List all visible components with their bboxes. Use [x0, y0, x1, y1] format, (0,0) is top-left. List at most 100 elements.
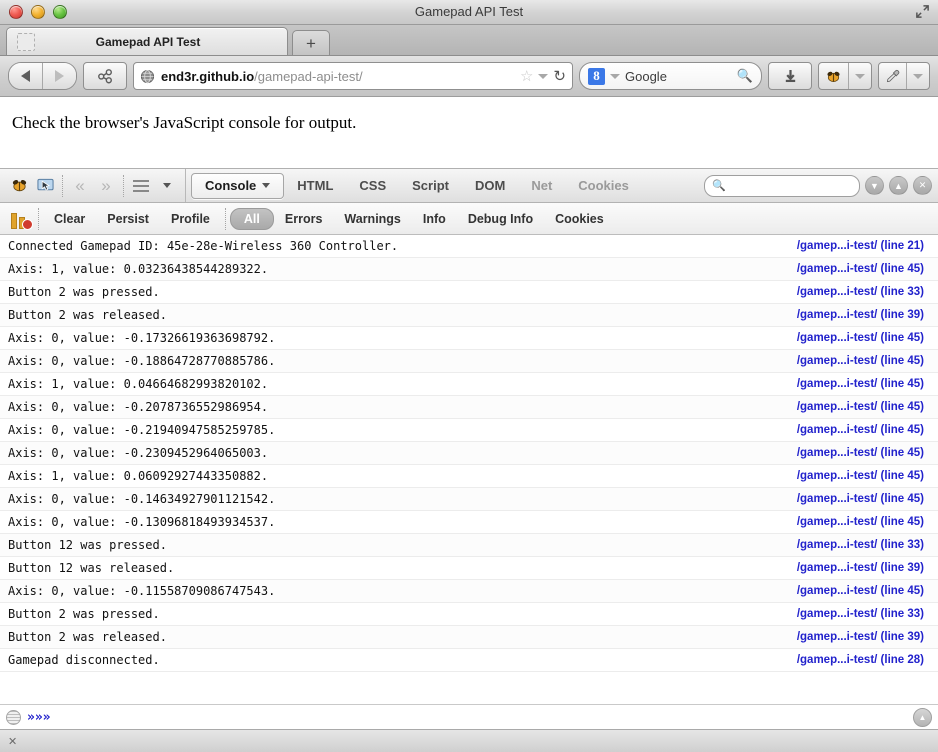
console-log-source-link[interactable]: /gamep...i-test/ (line 45): [797, 424, 932, 436]
console-log-row[interactable]: Axis: 0, value: -0.17326619363698792. /ga…: [0, 327, 938, 350]
console-log-message: Axis: 1, value: 0.03236438544289322.: [8, 262, 269, 276]
reload-icon[interactable]: ↻: [553, 69, 566, 84]
console-log-row[interactable]: Button 2 was released. /gamep...i-test/ (…: [0, 626, 938, 649]
console-log-row[interactable]: Button 12 was released. /gamep...i-test/ …: [0, 557, 938, 580]
console-log-source-link[interactable]: /gamep...i-test/ (line 45): [797, 470, 932, 482]
fullscreen-icon[interactable]: [915, 4, 930, 19]
console-log-row[interactable]: Axis: 1, value: 0.06092927443350882. /gam…: [0, 465, 938, 488]
console-log-source-link[interactable]: /gamep...i-test/ (line 45): [797, 493, 932, 505]
panel-list-dropdown-button[interactable]: [154, 173, 180, 199]
status-close-icon[interactable]: ✕: [8, 735, 17, 748]
tab-cookies[interactable]: Cookies: [565, 174, 642, 198]
tab-gamepad-api-test[interactable]: Gamepad API Test: [6, 27, 288, 55]
star-icon[interactable]: ☆: [520, 69, 533, 84]
firebug-minimize-button[interactable]: ▼: [865, 176, 884, 195]
firebug-close-button[interactable]: ✕: [913, 176, 932, 195]
console-log-row[interactable]: Axis: 1, value: 0.03236438544289322. /gam…: [0, 258, 938, 281]
tab-css[interactable]: CSS: [346, 174, 399, 198]
console-log-source-link[interactable]: /gamep...i-test/ (line 33): [797, 608, 932, 620]
close-window-button[interactable]: [9, 5, 23, 19]
console-log-source-link[interactable]: /gamep...i-test/ (line 45): [797, 447, 932, 459]
filter-cookies-button[interactable]: Cookies: [544, 209, 615, 229]
console-log-source-link[interactable]: /gamep...i-test/ (line 39): [797, 631, 932, 643]
console-log-row[interactable]: Axis: 0, value: -0.2078736552986954. /gam…: [0, 396, 938, 419]
console-log-source-link[interactable]: /gamep...i-test/ (line 45): [797, 355, 932, 367]
search-bar[interactable]: 8 Google 🔍: [579, 62, 762, 90]
firebug-search-box[interactable]: 🔍: [704, 174, 860, 197]
firebug-menu-button[interactable]: [848, 63, 871, 89]
console-log-source-link[interactable]: /gamep...i-test/ (line 28): [797, 654, 932, 666]
console-log-row[interactable]: Axis: 0, value: -0.18864728770885786. /ga…: [0, 350, 938, 373]
console-log-source-link[interactable]: /gamep...i-test/ (line 45): [797, 401, 932, 413]
console-log-source-link[interactable]: /gamep...i-test/ (line 21): [797, 240, 932, 252]
share-button[interactable]: [83, 62, 127, 90]
break-on-error-icon: [11, 209, 33, 230]
tab-script[interactable]: Script: [399, 174, 462, 198]
expand-up-icon[interactable]: ▲: [913, 707, 932, 727]
persist-button[interactable]: Persist: [96, 209, 160, 229]
console-log-source-link[interactable]: /gamep...i-test/ (line 39): [797, 562, 932, 574]
back-arrow-icon: [21, 70, 30, 82]
eyedropper-button[interactable]: [879, 63, 906, 89]
url-text: end3r.github.io/gamepad-api-test/: [161, 69, 520, 84]
console-log-source-link[interactable]: /gamep...i-test/ (line 33): [797, 539, 932, 551]
share-icon: [97, 68, 112, 83]
profile-button[interactable]: Profile: [160, 209, 221, 229]
filter-info-button[interactable]: Info: [412, 209, 457, 229]
downloads-button[interactable]: [768, 62, 812, 90]
search-engine-chevron-down-icon[interactable]: [610, 73, 620, 79]
new-tab-button[interactable]: +: [292, 30, 330, 55]
firebug-logo-button[interactable]: [6, 173, 32, 199]
forward-button[interactable]: [42, 63, 76, 89]
console-log-row[interactable]: Axis: 0, value: -0.13096818493934537. /ga…: [0, 511, 938, 534]
console-log-row[interactable]: Button 2 was pressed. /gamep...i-test/ (l…: [0, 281, 938, 304]
search-icon[interactable]: 🔍: [737, 68, 753, 84]
console-log-source-link[interactable]: /gamep...i-test/ (line 45): [797, 332, 932, 344]
back-button[interactable]: [9, 63, 42, 89]
console-log-row[interactable]: Axis: 0, value: -0.21940947585259785. /ga…: [0, 419, 938, 442]
tab-html[interactable]: HTML: [284, 174, 346, 198]
console-log-panel[interactable]: Connected Gamepad ID: 45e-28e-Wireless 3…: [0, 235, 938, 704]
console-log-row[interactable]: Button 2 was released. /gamep...i-test/ (…: [0, 304, 938, 327]
tab-net[interactable]: Net: [518, 174, 565, 198]
console-command-line[interactable]: »»» ▲: [0, 704, 938, 729]
command-menu-icon[interactable]: [6, 709, 21, 725]
console-log-row[interactable]: Axis: 0, value: -0.14634927901121542. /ga…: [0, 488, 938, 511]
console-log-source-link[interactable]: /gamep...i-test/ (line 45): [797, 516, 932, 528]
history-forward-button[interactable]: »: [93, 173, 119, 199]
tab-dom[interactable]: DOM: [462, 174, 518, 198]
console-log-row[interactable]: Gamepad disconnected. /gamep...i-test/ (l…: [0, 649, 938, 672]
console-log-source-link[interactable]: /gamep...i-test/ (line 33): [797, 286, 932, 298]
filter-debug-info-button[interactable]: Debug Info: [457, 209, 544, 229]
console-log-message: Button 2 was pressed.: [8, 607, 160, 621]
url-bar[interactable]: end3r.github.io/gamepad-api-test/ ☆ ↻: [133, 62, 573, 90]
inspector-button[interactable]: [32, 173, 58, 199]
console-log-source-link[interactable]: /gamep...i-test/ (line 39): [797, 309, 932, 321]
filter-errors-button[interactable]: Errors: [274, 209, 334, 229]
chevron-down-icon[interactable]: [538, 73, 549, 79]
console-log-source-link[interactable]: /gamep...i-test/ (line 45): [797, 378, 932, 390]
history-back-button[interactable]: «: [67, 173, 93, 199]
filter-all-button[interactable]: All: [229, 207, 274, 230]
minimize-window-button[interactable]: [31, 5, 45, 19]
chevron-down-icon[interactable]: [262, 183, 271, 188]
break-on-error-button[interactable]: [8, 206, 34, 232]
command-prompt-icon: »»»: [27, 709, 51, 725]
eyedropper-menu-button[interactable]: [906, 63, 929, 89]
console-log-source-link[interactable]: /gamep...i-test/ (line 45): [797, 585, 932, 597]
firebug-button[interactable]: [819, 63, 848, 89]
tab-console[interactable]: Console: [191, 172, 285, 199]
console-log-source-link[interactable]: /gamep...i-test/ (line 45): [797, 263, 932, 275]
zoom-window-button[interactable]: [53, 5, 67, 19]
console-log-row[interactable]: Axis: 0, value: -0.11558709086747543. /ga…: [0, 580, 938, 603]
clear-button[interactable]: Clear: [43, 209, 96, 229]
firebug-menu-button[interactable]: [128, 173, 154, 199]
search-input[interactable]: Google: [625, 69, 732, 84]
console-log-row[interactable]: Connected Gamepad ID: 45e-28e-Wireless 3…: [0, 235, 938, 258]
console-log-row[interactable]: Button 12 was pressed. /gamep...i-test/ (…: [0, 534, 938, 557]
console-log-row[interactable]: Axis: 0, value: -0.2309452964065003. /gam…: [0, 442, 938, 465]
console-log-row[interactable]: Button 2 was pressed. /gamep...i-test/ (l…: [0, 603, 938, 626]
firebug-maximize-button[interactable]: ▲: [889, 176, 908, 195]
filter-warnings-button[interactable]: Warnings: [333, 209, 411, 229]
console-log-row[interactable]: Axis: 1, value: 0.04664682993820102. /gam…: [0, 373, 938, 396]
